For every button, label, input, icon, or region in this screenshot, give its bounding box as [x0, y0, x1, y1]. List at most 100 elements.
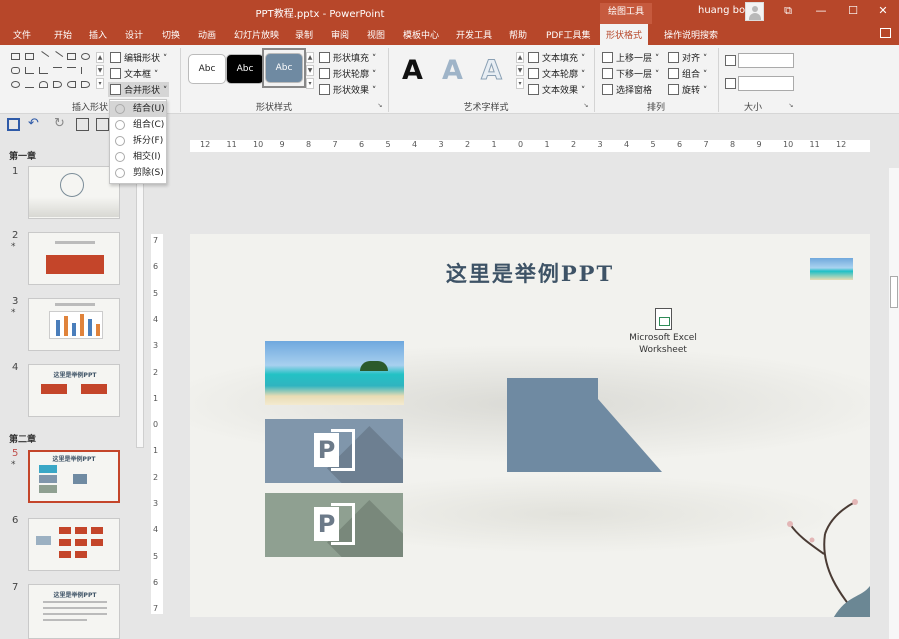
- size-dialog-launcher[interactable]: ↘: [787, 101, 795, 112]
- arrow-line-shape-icon[interactable]: [51, 51, 64, 62]
- merge-shapes-button[interactable]: 合并形状 ˅: [108, 82, 170, 97]
- slide-thumbnail-5[interactable]: 这里是举例PPT: [28, 450, 120, 503]
- rectangle-shape-icon[interactable]: [67, 53, 76, 60]
- slide-title[interactable]: 这里是举例PPT: [190, 258, 870, 288]
- tab-animations[interactable]: 动画: [198, 28, 216, 41]
- wordart-more[interactable]: ▾: [516, 78, 524, 89]
- slide-thumbnail-4[interactable]: 这里是举例PPT: [28, 364, 120, 417]
- save-icon[interactable]: [7, 118, 20, 131]
- start-slideshow-icon[interactable]: [76, 118, 89, 131]
- align-button[interactable]: 对齐 ˅: [668, 51, 707, 64]
- small-beach-image[interactable]: [810, 258, 853, 280]
- tab-developer[interactable]: 开发工具: [456, 28, 492, 41]
- line-shape-icon[interactable]: [37, 51, 50, 62]
- shape-effects-button[interactable]: 形状效果 ˅: [319, 83, 376, 96]
- vertical-textbox-shape-icon[interactable]: [25, 53, 34, 60]
- styles-more[interactable]: ▾: [306, 78, 314, 89]
- right-arrow-shape-icon[interactable]: [67, 67, 76, 74]
- arc-shape-icon[interactable]: [39, 81, 48, 88]
- style-thumb-white[interactable]: Abc: [188, 54, 226, 84]
- comments-icon[interactable]: [880, 28, 891, 38]
- oval-shape-icon[interactable]: [81, 53, 90, 60]
- tab-transitions[interactable]: 切换: [162, 28, 180, 41]
- edit-shape-button[interactable]: 编辑形状 ˅: [110, 51, 167, 64]
- ppt-icon-card-green[interactable]: P: [265, 493, 403, 557]
- wordart-sample-outline[interactable]: A: [481, 55, 503, 87]
- tell-me-search[interactable]: 操作说明搜索: [664, 28, 718, 41]
- shape-styles-dialog-launcher[interactable]: ↘: [376, 101, 384, 112]
- brace-right-shape-icon[interactable]: [81, 81, 90, 88]
- tab-shape-format[interactable]: 形状格式: [600, 24, 649, 45]
- slide-panel-scrollbar[interactable]: [136, 148, 144, 448]
- tab-insert[interactable]: 插入: [89, 28, 107, 41]
- bring-forward-button[interactable]: 上移一层 ˅: [602, 51, 659, 64]
- styles-scroll-up[interactable]: ▲: [306, 52, 314, 63]
- shape-fill-button[interactable]: 形状填充 ˅: [319, 51, 376, 64]
- freeform-shape-icon[interactable]: [25, 81, 34, 88]
- shape-gallery-scroll-down[interactable]: ▼: [96, 65, 104, 76]
- menu-item-union[interactable]: 结合(U): [110, 101, 166, 117]
- wordart-sample-plain[interactable]: A: [402, 55, 423, 86]
- redo-icon[interactable]: ↻: [54, 117, 67, 131]
- tab-pdf-tools[interactable]: PDF工具集: [546, 28, 591, 41]
- tab-design[interactable]: 设计: [125, 28, 143, 41]
- tab-review[interactable]: 审阅: [331, 28, 349, 41]
- section-header-chapter-1[interactable]: 第一章: [9, 149, 36, 162]
- undo-icon[interactable]: ↶: [28, 117, 41, 131]
- screenshot-icon[interactable]: [96, 118, 109, 131]
- embedded-excel-object[interactable]: Microsoft Excel Worksheet: [615, 308, 711, 356]
- shape-width-input[interactable]: [738, 76, 794, 91]
- down-arrow-shape-icon[interactable]: [81, 67, 90, 74]
- merged-shape[interactable]: [506, 377, 666, 473]
- text-effects-button[interactable]: 文本效果 ˅: [528, 83, 585, 96]
- avatar[interactable]: [745, 2, 764, 21]
- connector-shape-icon[interactable]: [53, 67, 62, 74]
- slide-thumbnail-6[interactable]: [28, 518, 120, 571]
- shape-gallery[interactable]: [9, 51, 106, 97]
- user-name[interactable]: huang bo: [698, 5, 745, 16]
- style-thumb-blue[interactable]: Abc: [265, 53, 303, 83]
- text-outline-button[interactable]: 文本轮廓 ˅: [528, 67, 585, 80]
- menu-item-fragment[interactable]: 拆分(F): [110, 133, 166, 149]
- text-box-button[interactable]: 文本框 ˅: [110, 67, 158, 80]
- shape-height-input[interactable]: [738, 53, 794, 68]
- shape-outline-button[interactable]: 形状轮廓 ˅: [319, 67, 376, 80]
- ribbon-display-options-button[interactable]: ⧉: [771, 0, 805, 24]
- curve-shape-icon[interactable]: [11, 81, 20, 88]
- beach-image[interactable]: [265, 341, 404, 405]
- menu-item-combine[interactable]: 组合(C): [110, 117, 166, 133]
- rotate-button[interactable]: 旋转 ˅: [668, 83, 707, 96]
- menu-item-subtract[interactable]: 剪除(S): [110, 165, 166, 181]
- scrollbar-thumb[interactable]: [890, 276, 898, 308]
- wordart-scroll-up[interactable]: ▲: [516, 52, 524, 63]
- style-thumb-black[interactable]: Abc: [226, 54, 264, 84]
- wordart-sample-light[interactable]: A: [442, 55, 463, 86]
- shape-gallery-scroll-up[interactable]: ▲: [96, 52, 104, 63]
- tab-home[interactable]: 开始: [54, 28, 72, 41]
- triangle-shape-icon[interactable]: [25, 67, 34, 74]
- styles-scroll-down[interactable]: ▼: [306, 65, 314, 76]
- bracket-shape-icon[interactable]: [67, 81, 76, 88]
- shape-gallery-more[interactable]: ▾: [96, 78, 104, 89]
- tab-help[interactable]: 帮助: [509, 28, 527, 41]
- wordart-scroll-down[interactable]: ▼: [516, 65, 524, 76]
- brace-shape-icon[interactable]: [53, 81, 62, 88]
- tab-view[interactable]: 视图: [367, 28, 385, 41]
- text-fill-button[interactable]: 文本填充 ˅: [528, 51, 585, 64]
- section-header-chapter-2[interactable]: 第二章: [9, 432, 36, 445]
- slide-thumbnail-2[interactable]: [28, 232, 120, 285]
- send-backward-button[interactable]: 下移一层 ˅: [602, 67, 659, 80]
- slide-thumbnail-1[interactable]: [28, 166, 120, 219]
- elbow-connector-shape-icon[interactable]: [39, 67, 48, 74]
- group-button[interactable]: 组合 ˅: [668, 67, 707, 80]
- slide-thumbnail-7[interactable]: 这里是举例PPT: [28, 584, 120, 639]
- tab-file[interactable]: 文件: [13, 28, 31, 41]
- tab-record[interactable]: 录制: [295, 28, 313, 41]
- textbox-shape-icon[interactable]: [11, 53, 20, 60]
- selection-pane-button[interactable]: 选择窗格: [602, 83, 652, 96]
- maximize-button[interactable]: ☐: [836, 0, 870, 24]
- slide-thumbnail-3[interactable]: [28, 298, 120, 351]
- tab-slideshow[interactable]: 幻灯片放映: [234, 28, 279, 41]
- editor-vertical-scrollbar[interactable]: [889, 168, 899, 639]
- rounded-rectangle-shape-icon[interactable]: [11, 67, 20, 74]
